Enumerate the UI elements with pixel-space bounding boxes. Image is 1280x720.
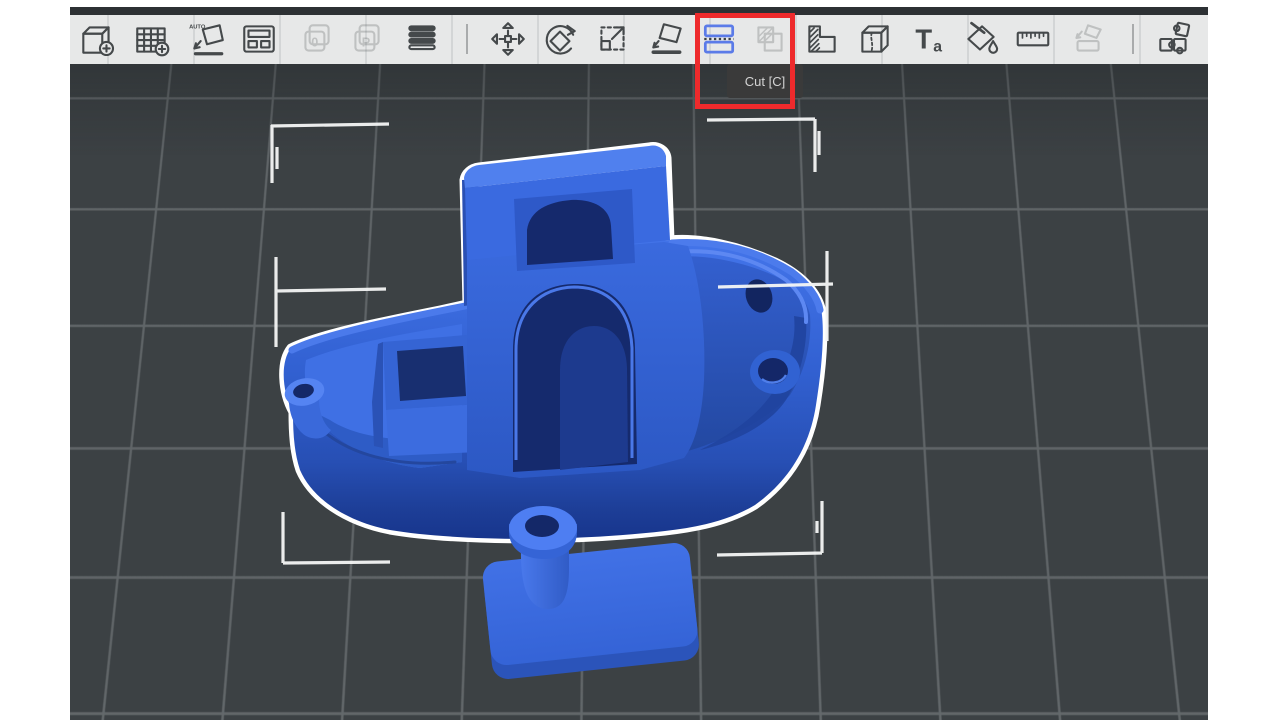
scale-button[interactable] xyxy=(591,17,635,61)
fix-model-button[interactable] xyxy=(1152,17,1196,61)
svg-text:a: a xyxy=(933,39,942,56)
variable-layers-button[interactable] xyxy=(400,17,444,61)
3d-viewport[interactable] xyxy=(70,64,1208,720)
add-plate-button[interactable] xyxy=(130,17,174,61)
arrange-icon xyxy=(239,19,279,59)
svg-text:0: 0 xyxy=(311,35,318,49)
main-toolbar: AUTO 0 P xyxy=(70,15,1208,65)
move-arrows-icon xyxy=(488,19,528,59)
arrange-button[interactable] xyxy=(237,17,281,61)
text-icon: T a xyxy=(909,19,949,59)
window-top-strip xyxy=(70,7,1208,15)
app-screenshot: AUTO 0 P xyxy=(0,0,1280,720)
rotate-button[interactable] xyxy=(538,17,582,61)
assembly-button xyxy=(1065,17,1109,61)
auto-orient-button[interactable]: AUTO xyxy=(185,17,229,61)
lay-flat-icon xyxy=(647,19,687,59)
puzzle-icon xyxy=(1154,19,1194,59)
split-to-parts-button: P xyxy=(345,17,389,61)
viewport-vignette xyxy=(70,64,1208,720)
svg-text:P: P xyxy=(362,35,370,49)
toolbar-separator xyxy=(466,24,468,54)
hatched-block-icon xyxy=(802,19,842,59)
annotation-highlight-box xyxy=(695,13,795,109)
plate-plus-icon xyxy=(132,19,172,59)
toolbar-separator xyxy=(1132,24,1134,54)
split-to-objects-button: 0 xyxy=(295,17,339,61)
svg-text:T: T xyxy=(915,23,932,54)
document-p-icon: P xyxy=(347,19,387,59)
paint-bucket-icon xyxy=(961,19,1001,59)
measure-button[interactable] xyxy=(1011,17,1055,61)
add-object-button[interactable] xyxy=(75,17,119,61)
slicer-window: AUTO 0 P xyxy=(70,7,1208,720)
stacked-layers-icon xyxy=(402,19,442,59)
document-0-icon: 0 xyxy=(297,19,337,59)
assembly-icon xyxy=(1067,19,1107,59)
layer-height-button[interactable] xyxy=(800,17,844,61)
auto-orient-icon: AUTO xyxy=(187,19,227,59)
lay-on-face-button[interactable] xyxy=(645,17,689,61)
cube-plus-icon xyxy=(77,19,117,59)
text-tool-button[interactable]: T a xyxy=(907,17,951,61)
cracked-cube-icon xyxy=(855,19,895,59)
move-button[interactable] xyxy=(486,17,530,61)
color-painting-button[interactable] xyxy=(959,17,1003,61)
rotate-icon xyxy=(540,19,580,59)
ruler-icon xyxy=(1013,19,1053,59)
seam-painting-button[interactable] xyxy=(853,17,897,61)
scale-icon xyxy=(593,19,633,59)
